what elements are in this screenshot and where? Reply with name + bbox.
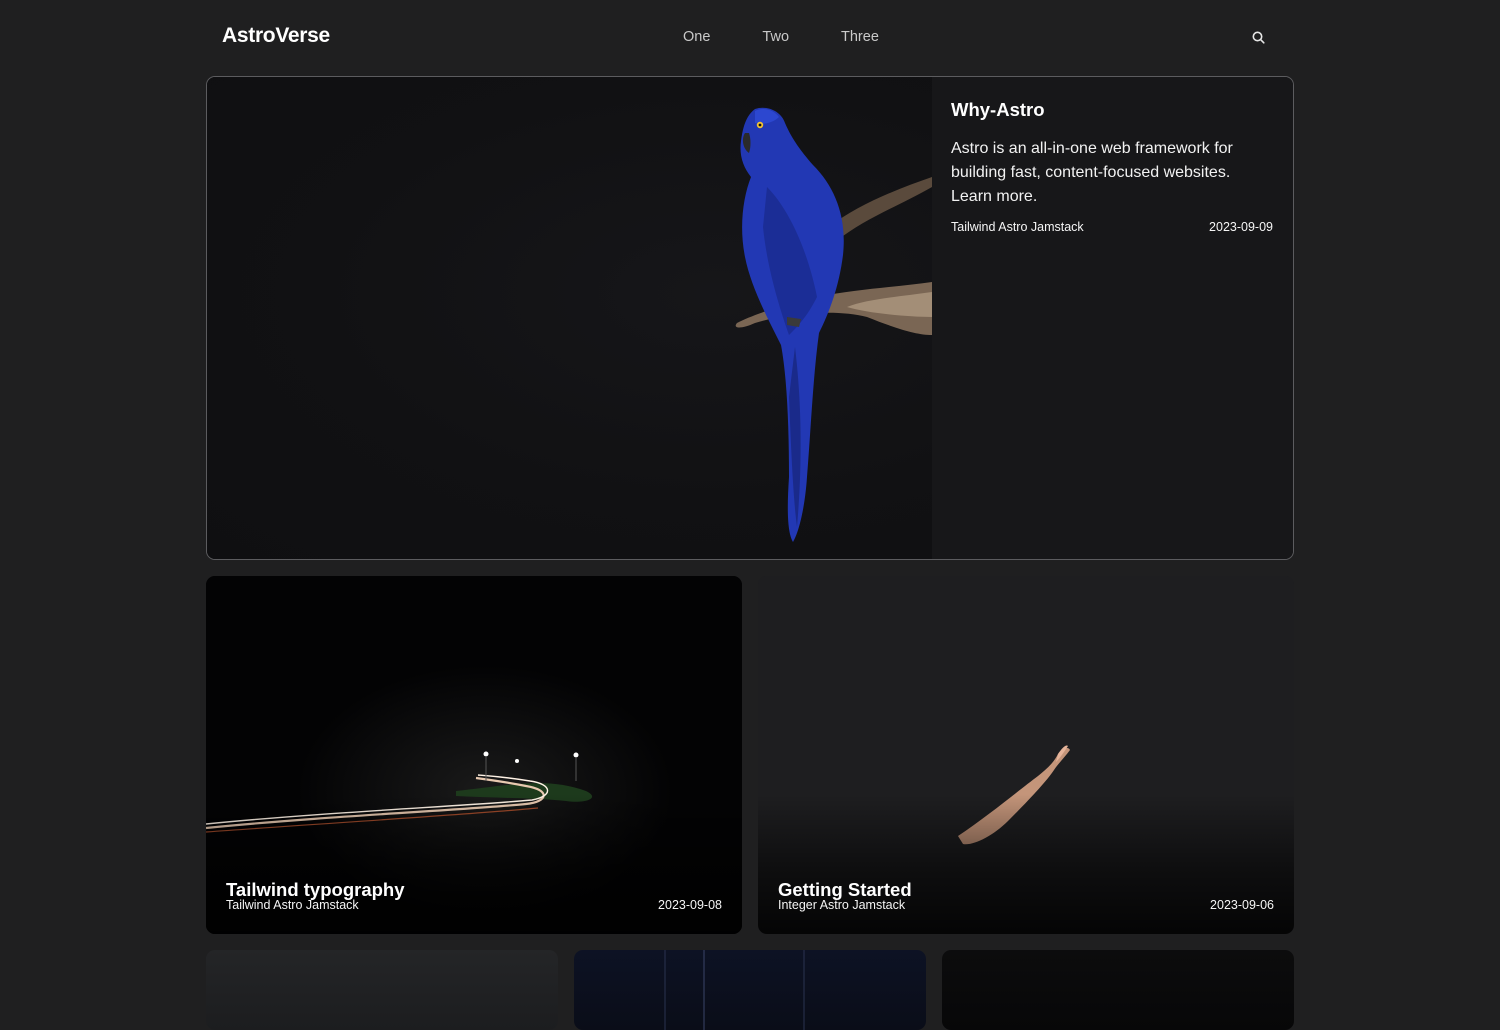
post-card[interactable]: Tailwind typography Tailwind Astro Jamst… xyxy=(206,576,742,934)
site-header: AstroVerse One Two Three xyxy=(206,0,1294,76)
nav-link-three[interactable]: Three xyxy=(841,29,879,45)
featured-post-description: Astro is an all-in-one web framework for… xyxy=(951,140,1233,205)
nav-link-one[interactable]: One xyxy=(683,29,710,45)
post-date: 2023-09-06 xyxy=(1210,898,1274,912)
post-card-partial[interactable] xyxy=(206,950,558,1030)
featured-post-card[interactable]: Why-Astro Astro is an all-in-one web fra… xyxy=(206,76,1294,560)
post-date: 2023-09-08 xyxy=(658,898,722,912)
post-tags: Tailwind Astro Jamstack xyxy=(951,220,1084,234)
post-card[interactable]: Getting Started Integer Astro Jamstack 2… xyxy=(758,576,1294,934)
nav-link-two[interactable]: Two xyxy=(762,29,789,45)
site-logo[interactable]: AstroVerse xyxy=(222,24,330,48)
featured-post-meta: Tailwind Astro Jamstack 2023-09-09 xyxy=(951,220,1273,234)
search-button[interactable] xyxy=(1250,29,1268,47)
card-gradient-overlay xyxy=(758,794,1294,934)
post-date: 2023-09-09 xyxy=(1209,220,1273,234)
parrot-photo xyxy=(735,107,932,542)
main-nav: One Two Three xyxy=(683,29,879,45)
card-thumbnail xyxy=(664,950,805,1030)
featured-post-body: Why-Astro Astro is an all-in-one web fra… xyxy=(932,77,1293,559)
card-gradient-overlay xyxy=(206,794,742,934)
featured-post-title[interactable]: Why-Astro xyxy=(951,99,1273,121)
search-icon xyxy=(1252,31,1265,44)
post-card-partial[interactable] xyxy=(942,950,1294,1030)
post-tags: Integer Astro Jamstack xyxy=(778,898,906,912)
post-card-partial[interactable] xyxy=(574,950,926,1030)
post-meta: Tailwind Astro Jamstack 2023-09-08 xyxy=(226,898,722,912)
featured-post-image[interactable] xyxy=(207,77,932,559)
post-meta: Integer Astro Jamstack 2023-09-06 xyxy=(778,898,1274,912)
post-tags: Tailwind Astro Jamstack xyxy=(226,898,359,912)
